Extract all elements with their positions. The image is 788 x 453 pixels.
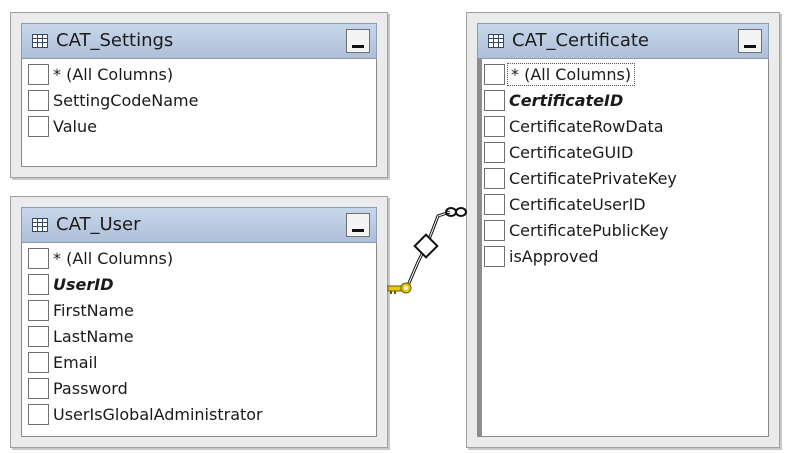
column-label: LastName (53, 326, 134, 346)
column-label: FirstName (53, 300, 134, 320)
column-label: * (All Columns) (53, 248, 174, 268)
column-label: Value (53, 116, 97, 136)
title-bar-cat-user[interactable]: CAT_User (21, 207, 377, 243)
column-checkbox[interactable] (484, 63, 505, 85)
column-list: * (All Columns) CertificateID Certificat… (477, 59, 769, 437)
column-label: * (All Columns) (506, 62, 636, 86)
table-icon (488, 34, 504, 48)
relationship-diamond[interactable] (413, 233, 439, 259)
column-label: CertificateGUID (509, 142, 634, 162)
table-icon (32, 218, 48, 232)
column-checkbox[interactable] (484, 89, 505, 111)
column-label: Password (53, 378, 128, 398)
column-checkbox[interactable] (484, 245, 505, 267)
column-row-all-columns[interactable]: * (All Columns) (484, 61, 762, 87)
table-window-cat-certificate[interactable]: CAT_Certificate * (All Columns) Certific… (466, 12, 780, 448)
column-checkbox[interactable] (484, 193, 505, 215)
column-row-firstname[interactable]: FirstName (28, 297, 370, 323)
table-icon (32, 34, 48, 48)
column-checkbox[interactable] (484, 141, 505, 163)
column-checkbox[interactable] (28, 273, 49, 295)
table-window-cat-user[interactable]: CAT_User * (All Columns) UserID FirstNam… (10, 196, 388, 448)
title-bar-cat-certificate[interactable]: CAT_Certificate (477, 23, 769, 59)
column-row-isapproved[interactable]: isApproved (484, 243, 762, 269)
column-row-certificateguid[interactable]: CertificateGUID (484, 139, 762, 165)
column-checkbox[interactable] (484, 167, 505, 189)
column-row-all-columns[interactable]: * (All Columns) (28, 61, 370, 87)
column-label: SettingCodeName (53, 90, 199, 110)
column-checkbox[interactable] (28, 247, 49, 269)
column-label: CertificateUserID (509, 194, 646, 214)
column-label: CertificatePrivateKey (509, 168, 677, 188)
key-icon (387, 282, 412, 294)
column-label: CertificatePublicKey (509, 220, 669, 240)
column-checkbox[interactable] (484, 115, 505, 137)
column-row-value[interactable]: Value (28, 113, 370, 139)
relationship-connector[interactable] (384, 196, 474, 306)
column-label: * (All Columns) (53, 64, 174, 84)
table-title: CAT_Settings (56, 30, 174, 51)
column-row-certificateprivatekey[interactable]: CertificatePrivateKey (484, 165, 762, 191)
column-row-certificaterowdata[interactable]: CertificateRowData (484, 113, 762, 139)
table-window-cat-settings[interactable]: CAT_Settings * (All Columns) SettingCode… (10, 12, 388, 178)
column-label: Email (53, 352, 98, 372)
column-checkbox[interactable] (28, 115, 49, 137)
column-label: isApproved (509, 246, 599, 266)
primary-key-column-label: UserID (53, 274, 114, 294)
table-title: CAT_Certificate (512, 30, 649, 51)
column-row-all-columns[interactable]: * (All Columns) (28, 245, 370, 271)
column-label: UserIsGlobalAdministrator (53, 404, 263, 424)
list-edge-bar (478, 59, 482, 436)
column-checkbox[interactable] (28, 377, 49, 399)
column-row-email[interactable]: Email (28, 349, 370, 375)
column-label: CertificateRowData (509, 116, 664, 136)
column-checkbox[interactable] (28, 351, 49, 373)
column-row-lastname[interactable]: LastName (28, 323, 370, 349)
column-list: * (All Columns) SettingCodeName Value (21, 59, 377, 167)
minimize-button[interactable] (738, 29, 762, 53)
primary-key-column-label: CertificateID (509, 90, 624, 110)
column-checkbox[interactable] (28, 63, 49, 85)
minimize-button[interactable] (346, 29, 370, 53)
column-row-userid[interactable]: UserID (28, 271, 370, 297)
column-checkbox[interactable] (28, 89, 49, 111)
title-bar-cat-settings[interactable]: CAT_Settings (21, 23, 377, 59)
column-row-certificateid[interactable]: CertificateID (484, 87, 762, 113)
column-row-userisglobaladministrator[interactable]: UserIsGlobalAdministrator (28, 401, 370, 427)
column-checkbox[interactable] (28, 299, 49, 321)
column-checkbox[interactable] (28, 325, 49, 347)
column-row-certificatepublickey[interactable]: CertificatePublicKey (484, 217, 762, 243)
column-list: * (All Columns) UserID FirstName LastNam… (21, 243, 377, 437)
minimize-button[interactable] (346, 213, 370, 237)
column-row-password[interactable]: Password (28, 375, 370, 401)
column-checkbox[interactable] (28, 403, 49, 425)
table-title: CAT_User (56, 214, 141, 235)
column-row-settingcodename[interactable]: SettingCodeName (28, 87, 370, 113)
column-checkbox[interactable] (484, 219, 505, 241)
column-row-certificateuserid[interactable]: CertificateUserID (484, 191, 762, 217)
